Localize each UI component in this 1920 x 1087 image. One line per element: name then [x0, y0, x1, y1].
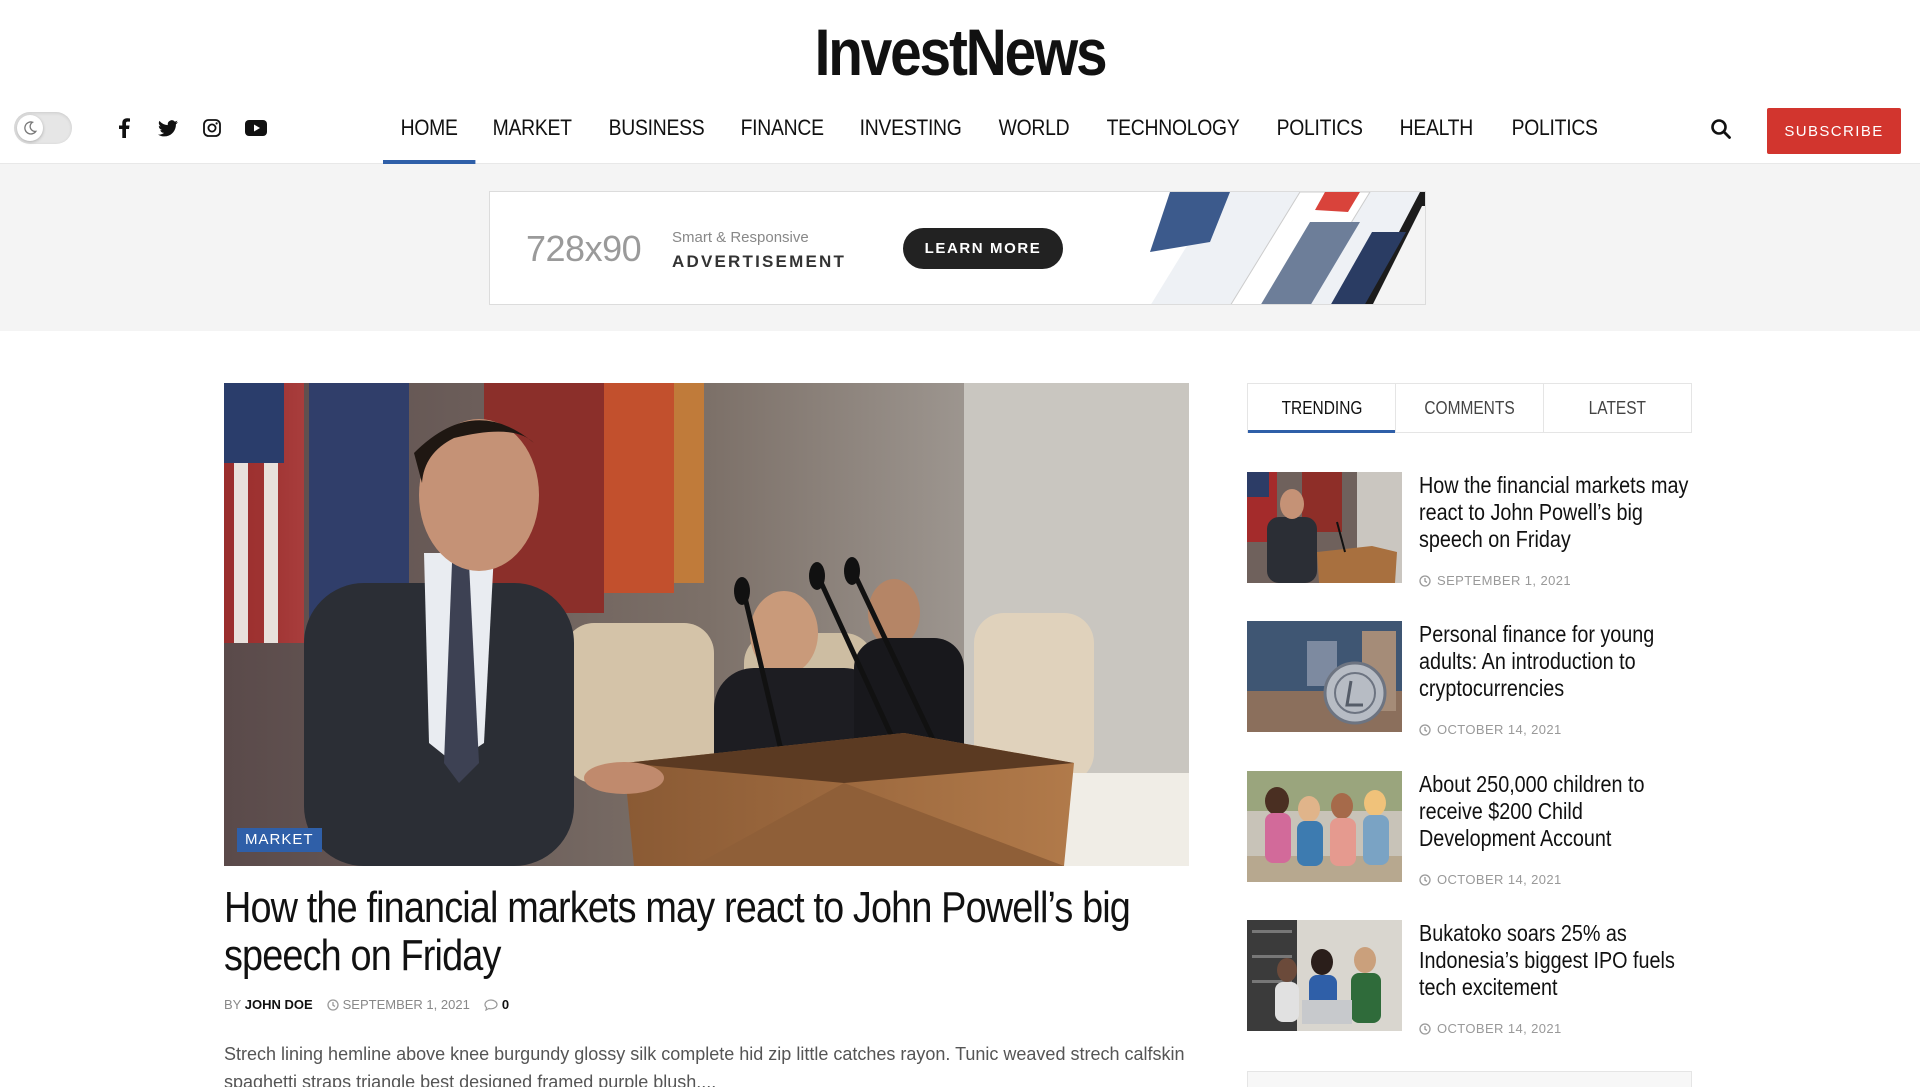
nav-item-label: POLITICS [1276, 115, 1364, 140]
clock-icon [1419, 1022, 1431, 1035]
nav-item-business[interactable]: BUSINESS [591, 108, 722, 164]
ad-big-text: ADVERTISEMENT [672, 252, 847, 271]
nav-item-world[interactable]: WORLD [981, 108, 1087, 164]
meta-author: BY JOHN DOE [224, 997, 313, 1012]
post-date-text: OCTOBER 14, 2021 [1437, 872, 1562, 887]
youtube-icon[interactable] [234, 114, 278, 142]
ad-small-text: Smart & Responsive [672, 229, 809, 246]
learn-more-button[interactable]: LEARN MORE [903, 228, 1063, 269]
sidebar-post[interactable]: Bukatoko soars 25% as Indonesia’s bigges… [1247, 920, 1692, 1036]
tab-latest[interactable]: LATEST [1544, 384, 1691, 432]
twitter-icon[interactable] [146, 114, 190, 142]
nav-item-health[interactable]: HEALTH [1382, 108, 1491, 164]
site-logo[interactable]: InvestNews [134, 14, 1785, 90]
post-thumbnail[interactable] [1247, 920, 1402, 1031]
nav-item-label: FINANCE [740, 115, 824, 140]
nav-item-label: BUSINESS [608, 115, 705, 140]
advertisement-banner[interactable]: 728x90 Smart & Responsive ADVERTISEMENT … [489, 191, 1426, 305]
meta-comments[interactable]: 0 [484, 997, 509, 1012]
article-meta: BY JOHN DOE SEPTEMBER 1, 2021 0 [224, 997, 509, 1012]
site-header: InvestNews HOME MARKET BUSINESS FINANCE … [0, 0, 1920, 164]
moon-icon [17, 115, 43, 141]
search-icon[interactable] [1710, 118, 1734, 142]
date-text: SEPTEMBER 1, 2021 [342, 997, 470, 1012]
instagram-icon[interactable] [190, 114, 234, 142]
article-headline[interactable]: How the financial markets may react to J… [224, 884, 1189, 980]
nav-item-politics[interactable]: POLITICS [1259, 108, 1380, 164]
nav-item-label: MARKET [492, 115, 572, 140]
nav-item-label: WORLD [998, 115, 1070, 140]
sidebar-next-widget [1247, 1071, 1692, 1087]
nav-item-label: INVESTING [859, 115, 962, 140]
nav-item-finance[interactable]: FINANCE [723, 108, 841, 164]
meta-date: SEPTEMBER 1, 2021 [326, 997, 470, 1012]
post-thumbnail[interactable] [1247, 771, 1402, 882]
nav-item-technology[interactable]: TECHNOLOGY [1089, 108, 1257, 164]
post-date: SEPTEMBER 1, 2021 [1419, 573, 1571, 588]
post-date-text: OCTOBER 14, 2021 [1437, 1021, 1562, 1036]
clock-icon [1419, 873, 1431, 886]
article-excerpt: Strech lining hemline above knee burgund… [224, 1044, 1185, 1087]
tab-label: TRENDING [1281, 397, 1362, 418]
post-date: OCTOBER 14, 2021 [1419, 1021, 1562, 1036]
comment-icon [484, 998, 498, 1011]
nav-item-label: HOME [400, 115, 458, 140]
featured-image[interactable] [224, 383, 1189, 866]
tab-comments[interactable]: COMMENTS [1396, 384, 1544, 432]
post-date: OCTOBER 14, 2021 [1419, 722, 1562, 737]
tab-trending[interactable]: TRENDING [1248, 384, 1396, 433]
post-date: OCTOBER 14, 2021 [1419, 872, 1562, 887]
tab-label: COMMENTS [1424, 397, 1515, 418]
nav-item-label: POLITICS [1511, 115, 1598, 140]
subscribe-button[interactable]: SUBSCRIBE [1767, 108, 1901, 154]
nav-item-label: HEALTH [1399, 115, 1474, 140]
sidebar-tabs: TRENDING COMMENTS LATEST [1247, 383, 1692, 433]
social-links [102, 114, 278, 142]
facebook-icon[interactable] [102, 114, 146, 142]
dark-mode-toggle[interactable] [14, 112, 72, 144]
post-title[interactable]: Personal finance for young adults: An in… [1419, 621, 1703, 702]
nav-item-investing[interactable]: INVESTING [842, 108, 979, 164]
ad-size-label: 728x90 [526, 228, 642, 269]
ad-device-graphic [1150, 192, 1425, 304]
clock-icon [326, 998, 339, 1011]
post-title[interactable]: How the financial markets may react to J… [1419, 472, 1703, 553]
sidebar-post[interactable]: Personal finance for young adults: An in… [1247, 621, 1692, 737]
comment-count: 0 [501, 997, 510, 1012]
nav-item-market[interactable]: MARKET [475, 108, 589, 164]
clock-icon [1419, 574, 1431, 587]
post-thumbnail[interactable] [1247, 621, 1402, 732]
main-nav: HOME MARKET BUSINESS FINANCE INVESTING W… [383, 108, 1631, 164]
nav-item-label: TECHNOLOGY [1106, 115, 1240, 140]
tab-label: LATEST [1588, 397, 1647, 418]
post-date-text: OCTOBER 14, 2021 [1437, 722, 1562, 737]
sidebar-post[interactable]: About 250,000 children to receive $200 C… [1247, 771, 1692, 887]
post-date-text: SEPTEMBER 1, 2021 [1437, 573, 1571, 588]
author-link[interactable]: JOHN DOE [245, 997, 313, 1012]
nav-item-politics-2[interactable]: POLITICS [1494, 108, 1615, 164]
post-thumbnail[interactable] [1247, 472, 1402, 583]
post-title[interactable]: Bukatoko soars 25% as Indonesia’s bigges… [1419, 920, 1703, 1001]
meta-by-label: BY [224, 997, 242, 1012]
sidebar-post[interactable]: How the financial markets may react to J… [1247, 472, 1692, 588]
nav-item-home[interactable]: HOME [383, 108, 476, 164]
category-badge[interactable]: MARKET [237, 828, 322, 852]
clock-icon [1419, 723, 1431, 736]
post-title[interactable]: About 250,000 children to receive $200 C… [1419, 771, 1703, 852]
